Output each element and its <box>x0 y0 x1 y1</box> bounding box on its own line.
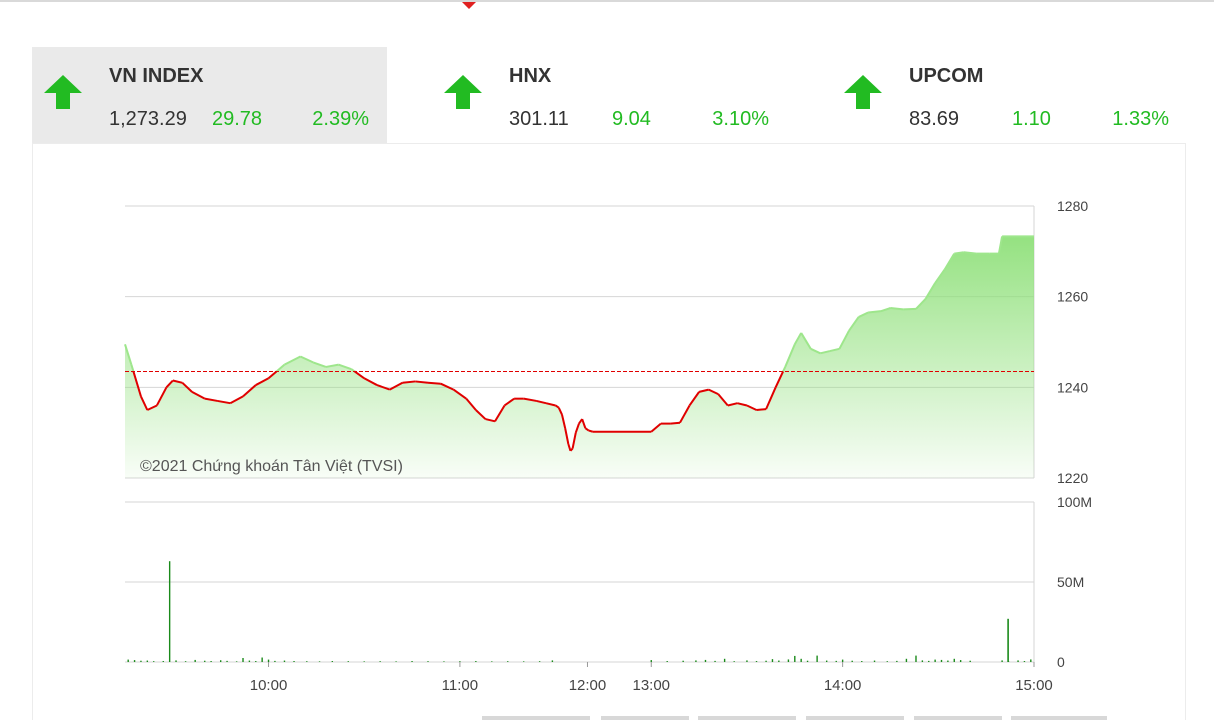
time-tick-label: 11:00 <box>442 677 478 694</box>
volume-grid <box>125 501 1035 663</box>
time-tick-label: 15:00 <box>1015 677 1053 694</box>
price-line-segment <box>415 380 429 384</box>
time-tick-label: 10:00 <box>250 677 288 694</box>
price-tick-label: 1240 <box>1057 379 1088 395</box>
volume-tick-label: 100M <box>1057 494 1092 510</box>
price-line-segment <box>588 429 594 433</box>
price-line-segment <box>670 421 681 425</box>
bottom-tab[interactable] <box>698 716 796 720</box>
bottom-tab[interactable] <box>1011 716 1107 720</box>
time-tick-label: 13:00 <box>632 677 670 694</box>
price-area-fill <box>125 236 1034 478</box>
volume-bars <box>127 561 1032 662</box>
bottom-tabs <box>0 716 1214 720</box>
intraday-chart[interactable]: 1220 1240 1260 1280 ©2021 Chứng khoán Tân V… <box>0 0 1214 720</box>
bottom-tab[interactable] <box>914 716 1002 720</box>
chart-watermark: ©2021 Chứng khoán Tân Việt (TVSI) <box>140 458 403 475</box>
price-tick-label: 1260 <box>1057 289 1088 305</box>
price-tick-label: 1280 <box>1057 198 1088 214</box>
volume-tick-label: 0 <box>1057 654 1065 670</box>
time-tick-label: 12:00 <box>569 677 607 694</box>
price-line-segment <box>402 380 416 384</box>
price-line-segment <box>954 251 964 255</box>
time-tick-label: 14:00 <box>824 677 862 694</box>
volume-y-ticks: 0 50M 100M <box>1057 494 1092 670</box>
volume-tick-label: 50M <box>1057 574 1084 590</box>
bottom-tab[interactable] <box>806 716 904 720</box>
price-area <box>125 236 1034 478</box>
price-line-segment <box>963 251 977 255</box>
bottom-tab[interactable] <box>601 716 689 720</box>
bottom-tab[interactable] <box>482 716 590 720</box>
price-line-segment <box>890 307 904 311</box>
price-y-ticks: 1220 1240 1260 1280 <box>1057 198 1088 486</box>
price-line-segment <box>427 381 441 385</box>
price-line-segment <box>868 310 882 314</box>
time-axis: 10:00 11:00 12:00 13:00 14:00 15:00 <box>250 662 1053 694</box>
price-line-segment <box>756 408 767 411</box>
price-tick-label: 1220 <box>1057 470 1088 486</box>
